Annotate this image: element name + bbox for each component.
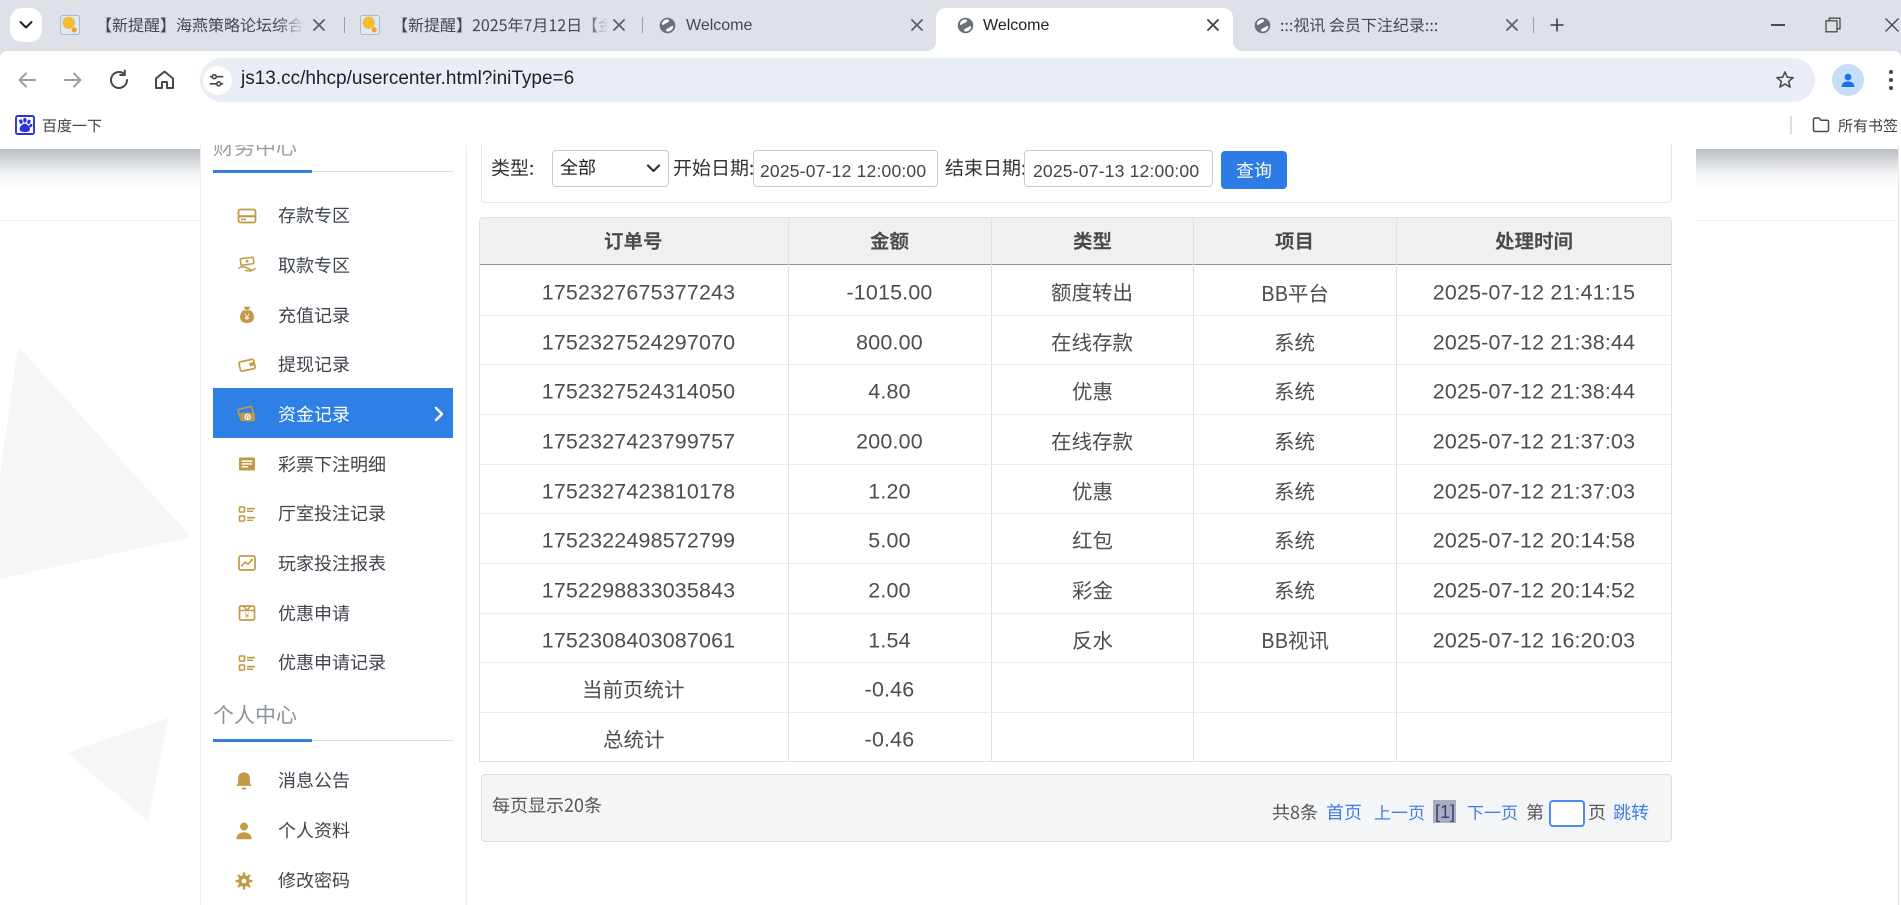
svg-text:¥: ¥ [244,612,250,621]
svg-text:¥: ¥ [243,312,250,323]
